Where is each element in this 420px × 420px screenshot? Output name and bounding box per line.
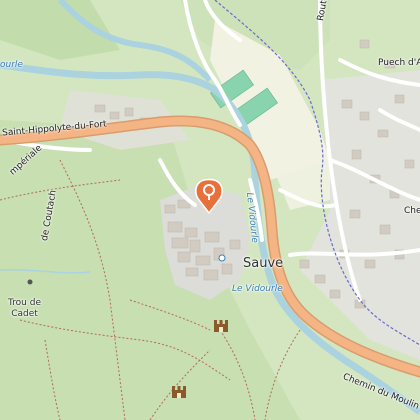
road-label-edge: Che	[404, 206, 420, 216]
poi-label-line: Trou de	[8, 298, 41, 308]
castle-ruin-icon[interactable]	[214, 320, 228, 332]
river-label-west: ourle	[0, 60, 23, 70]
map-view[interactable]: Saint-Hippolyte-du-Fort Route de Villesè…	[0, 0, 420, 420]
place-label-puech: Puech d'A	[378, 58, 420, 68]
river-label-vidourle-lower: Le Vidourle	[232, 284, 283, 294]
poi-label-line: Cadet	[11, 309, 38, 319]
cave-icon[interactable]	[27, 279, 33, 285]
poi-label-trou-de-cadet[interactable]: Trou de Cadet	[8, 298, 41, 320]
location-marker-icon[interactable]	[194, 176, 224, 214]
water-point-icon[interactable]	[218, 254, 226, 262]
castle-ruin-icon[interactable]	[172, 386, 186, 398]
town-label-sauve[interactable]: Sauve	[243, 256, 283, 271]
